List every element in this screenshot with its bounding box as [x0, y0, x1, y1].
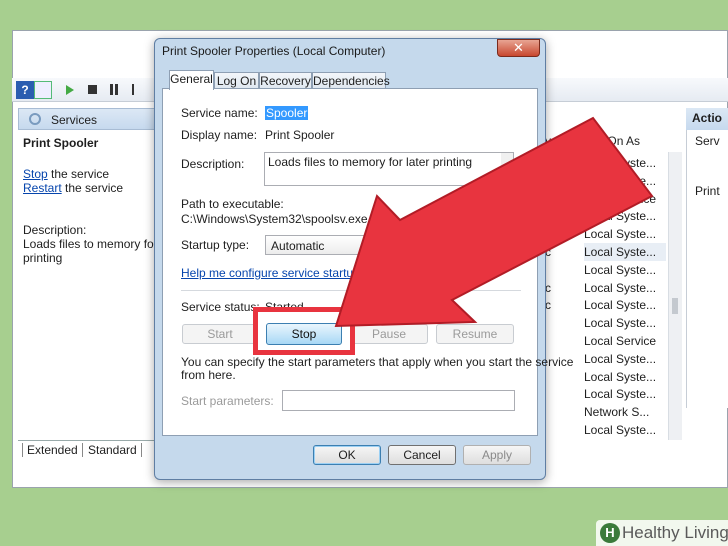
stop-suffix: the service: [47, 167, 110, 181]
startup-type-label: Startup type:: [181, 238, 250, 252]
log-on-as-cell[interactable]: Local Syste...: [584, 314, 666, 332]
display-name-label: Display name:: [181, 128, 258, 142]
service-description-line2: printing: [23, 251, 63, 265]
service-description-label: Description:: [23, 223, 87, 237]
resume-button[interactable]: Resume: [436, 324, 514, 344]
log-on-as-cell[interactable]: Local Syste...: [584, 172, 666, 190]
startup-type-cell[interactable]: [545, 403, 565, 421]
log-on-as-cell[interactable]: Local Syste...: [584, 225, 666, 243]
startup-type-cell[interactable]: [545, 261, 565, 279]
startup-type-select[interactable]: Automatic: [265, 235, 395, 255]
help-icon[interactable]: ?: [16, 81, 34, 99]
play-icon[interactable]: [66, 85, 74, 95]
startup-type-cell[interactable]: c: [545, 154, 565, 172]
startup-type-cell[interactable]: [545, 385, 565, 403]
log-on-as-cell[interactable]: Local Syste...: [584, 154, 666, 172]
path-label: Path to executable:: [181, 197, 284, 211]
startup-type-cell[interactable]: [545, 368, 565, 386]
startup-type-cell[interactable]: [545, 439, 565, 457]
dialog-title: Print Spooler Properties (Local Computer…: [162, 44, 386, 58]
start-params-label: Start parameters:: [181, 394, 274, 408]
tab-general[interactable]: General: [169, 70, 214, 90]
start-params-input[interactable]: [282, 390, 515, 411]
service-description-line1: Loads files to memory for l: [23, 237, 163, 251]
log-on-as-cell[interactable]: Local Service: [584, 190, 666, 208]
service-status-label: Service status:: [181, 300, 260, 314]
column-header-startup-type[interactable]: ype: [545, 134, 564, 148]
log-on-as-cell[interactable]: Local Service: [584, 332, 666, 350]
log-on-as-cell[interactable]: Local Syste...: [584, 207, 666, 225]
restart-icon[interactable]: [132, 84, 134, 95]
service-name-value[interactable]: Spooler: [265, 106, 309, 120]
stop-icon[interactable]: [88, 85, 97, 94]
description-scrollbar[interactable]: [501, 153, 513, 185]
service-detail-pane: Print Spooler Stop the service Restart t…: [18, 130, 163, 440]
startup-type-cell[interactable]: c: [545, 279, 565, 297]
startup-type-cell[interactable]: [545, 225, 565, 243]
tab-extended[interactable]: Extended: [22, 443, 83, 457]
column-header-log-on-as[interactable]: Log On As: [584, 134, 640, 148]
console-icon[interactable]: [34, 81, 52, 99]
pause-button[interactable]: Pause: [350, 324, 428, 344]
startup-type-cell[interactable]: c: [545, 296, 565, 314]
stop-service-link[interactable]: Stop: [23, 167, 48, 181]
startup-type-column: cccc: [545, 154, 565, 457]
display-name-value[interactable]: Print Spooler: [265, 128, 334, 142]
description-field[interactable]: Loads files to memory for later printing: [264, 152, 514, 186]
apply-button[interactable]: Apply: [463, 445, 531, 465]
cancel-button[interactable]: Cancel: [388, 445, 456, 465]
services-pane-title: Services: [51, 113, 98, 127]
log-on-as-cell[interactable]: Local Syste...: [584, 279, 666, 297]
start-params-note-line2: from here.: [181, 368, 236, 382]
actions-pane: Serv Print: [686, 108, 728, 408]
path-value: C:\Windows\System32\spoolsv.exe: [181, 212, 368, 226]
startup-type-cell[interactable]: [545, 421, 565, 439]
separator: [181, 290, 521, 291]
service-name-label: Service name:: [181, 106, 258, 120]
services-pane-header: Services: [18, 108, 163, 130]
scroll-thumb[interactable]: [672, 298, 678, 314]
restart-suffix: the service: [61, 181, 124, 195]
log-on-as-cell[interactable]: Local Syste...: [584, 296, 666, 314]
description-label: Description:: [181, 157, 245, 171]
start-params-note-line1: You can specify the start parameters tha…: [181, 355, 574, 369]
close-button[interactable]: ✕: [497, 39, 540, 57]
watermark-text: Healthy Living: [622, 523, 728, 542]
gear-icon: [29, 113, 41, 125]
startup-type-cell[interactable]: [545, 314, 565, 332]
startup-type-cell[interactable]: [545, 190, 565, 208]
actions-item-services[interactable]: Serv: [695, 134, 720, 148]
log-on-as-cell[interactable]: Local Syste...: [584, 385, 666, 403]
log-on-as-cell[interactable]: Local Syste...: [584, 368, 666, 386]
log-on-as-cell[interactable]: Local Syste...: [584, 350, 666, 368]
startup-type-cell[interactable]: [545, 207, 565, 225]
log-on-as-cell[interactable]: Local Syste...: [584, 242, 666, 261]
restart-service-link[interactable]: Restart: [23, 181, 62, 195]
start-button[interactable]: Start: [182, 324, 258, 344]
tab-standard[interactable]: Standard: [84, 443, 142, 457]
services-scrollbar[interactable]: [668, 152, 682, 440]
log-on-as-cell[interactable]: Local Syste...: [584, 261, 666, 279]
ok-button[interactable]: OK: [313, 445, 381, 465]
watermark-logo-icon: H: [600, 523, 620, 543]
log-on-as-column: Local Syste... Local Syste... Local Servic…: [584, 154, 666, 439]
selected-service-name: Print Spooler: [23, 136, 99, 150]
help-configure-link[interactable]: Help me configure service startup option…: [181, 266, 405, 280]
log-on-as-cell[interactable]: Network S...: [584, 403, 666, 421]
log-on-as-cell[interactable]: Local Syste...: [584, 421, 666, 439]
actions-item-print[interactable]: Print: [695, 184, 720, 198]
startup-type-cell[interactable]: [545, 332, 565, 350]
view-tabs: Extended Standard: [18, 440, 158, 458]
actions-header: Actio: [686, 108, 728, 130]
pause-icon[interactable]: [110, 84, 113, 95]
highlight-box: [253, 307, 355, 355]
startup-type-cell[interactable]: [545, 172, 565, 190]
startup-type-cell[interactable]: c: [545, 243, 565, 261]
